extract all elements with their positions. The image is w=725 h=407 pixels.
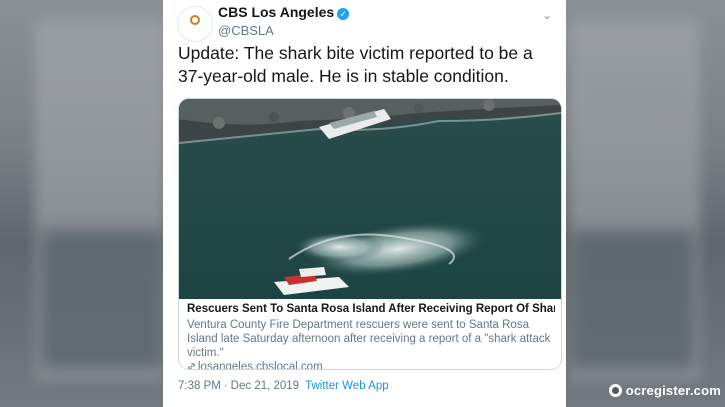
meta-separator: · (223, 380, 228, 392)
display-name[interactable]: CBS Los Angeles (218, 4, 334, 20)
tweet-date[interactable]: Dec 21, 2019 (231, 380, 299, 392)
tweet-time[interactable]: 7:38 PM (178, 380, 221, 392)
tweet-text: Update: The shark bite victim reported t… (178, 43, 533, 86)
card-domain[interactable]: losangeles.cbslocal.com (187, 361, 555, 370)
link-card[interactable]: Rescuers Sent To Santa Rosa Island After… (178, 98, 562, 370)
card-description: Ventura County Fire Department rescuers … (187, 319, 551, 359)
avatar[interactable] (177, 6, 213, 42)
background-blur-right-lower (570, 230, 695, 370)
account-handle[interactable]: @CBSLA (218, 23, 349, 38)
chevron-down-icon[interactable]: ⌄ (542, 8, 552, 22)
card-title[interactable]: Rescuers Sent To Santa Rosa Island After… (187, 303, 555, 315)
account-info: CBS Los Angeles ✓ @CBSLA (218, 4, 350, 38)
embedded-tweet: CBS Los Angeles ✓ @CBSLA ⌄ Update: The sh… (163, 0, 566, 407)
tweet-header: CBS Los Angeles ✓ @CBSLA ⌄ (177, 2, 556, 42)
watermark-text: ocregister.com (625, 383, 721, 398)
link-icon (188, 363, 195, 369)
watermark: ocregister.com (608, 383, 721, 399)
card-domain-text: losangeles.cbslocal.com (198, 361, 323, 370)
card-body: Rescuers Sent To Santa Rosa Island After… (187, 303, 555, 370)
card-image (179, 99, 561, 299)
cbs-eye-logo-icon (190, 15, 200, 25)
ocregister-logo-icon (608, 384, 622, 397)
tweet-source[interactable]: Twitter Web App (305, 380, 389, 392)
verified-badge-icon: ✓ (337, 8, 350, 20)
background-blur-left-lower (40, 230, 165, 370)
tweet-meta: 7:38 PM · Dec 21, 2019 Twitter Web App (178, 380, 389, 392)
